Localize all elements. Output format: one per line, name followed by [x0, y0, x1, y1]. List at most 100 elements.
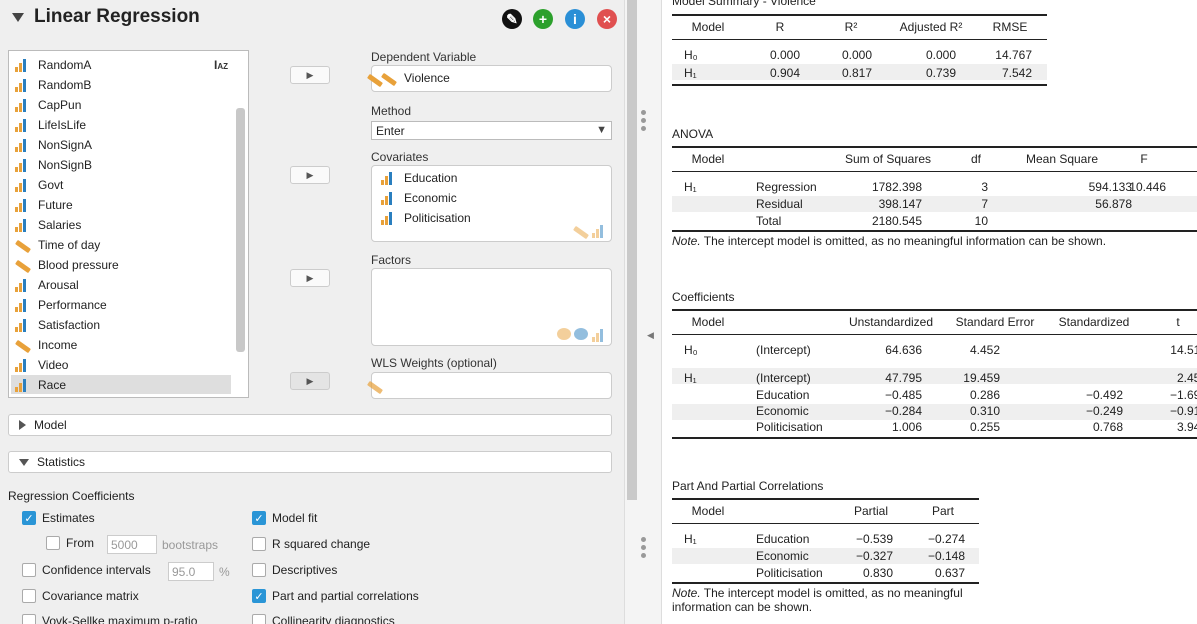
chevron-down-icon: ▼ [596, 124, 607, 136]
table-header: t [1176, 315, 1180, 329]
variable-label: Govt [38, 177, 64, 192]
variable-item[interactable]: Performance [11, 295, 231, 314]
variable-item[interactable]: Time of day [11, 235, 231, 254]
table-cell: −0.249 [1085, 404, 1123, 418]
collapse-triangle-icon[interactable] [12, 12, 24, 22]
table-cell: Total [756, 214, 782, 228]
table-cell: (Intercept) [756, 343, 811, 357]
drag-handle-icon[interactable] [641, 110, 647, 131]
part-partial-checkbox[interactable]: ✓ Part and partial correlations [252, 589, 419, 603]
variable-item[interactable]: Race [11, 375, 231, 394]
panel-splitter[interactable]: ◀ [624, 0, 662, 624]
table-cell: Residual [756, 197, 803, 211]
table-cell: H₁ [684, 532, 697, 546]
method-select[interactable]: Enter ▼ [371, 121, 612, 140]
nominal-icon [380, 211, 396, 225]
variable-item[interactable]: Blood pressure [11, 255, 231, 274]
covariate-item[interactable]: Education [380, 171, 457, 185]
table-rule [672, 14, 1047, 16]
covariate-item[interactable]: Politicisation [380, 211, 471, 225]
table-cell: 64.636 [885, 343, 922, 357]
wls-weights-label: WLS Weights (optional) [371, 356, 497, 370]
variable-item[interactable]: RandomB [11, 75, 231, 94]
variable-item[interactable]: CapPun [11, 95, 231, 114]
variable-label: LifeIsLife [38, 117, 87, 132]
variable-item[interactable]: NonSignA [11, 135, 231, 154]
info-button[interactable]: i [565, 9, 585, 29]
variable-list-scrollbar[interactable] [236, 108, 245, 352]
model-fit-checkbox[interactable]: ✓ Model fit [252, 511, 317, 525]
variable-item[interactable]: Future [11, 195, 231, 214]
options-scrollbar[interactable] [627, 0, 637, 500]
from-label: From [66, 536, 94, 550]
table-rule [672, 498, 979, 500]
collapse-left-icon[interactable]: ◀ [647, 330, 654, 341]
table-header: Part [931, 504, 954, 518]
variable-label: NonSignB [38, 157, 93, 172]
table-cell: 10.446 [1129, 180, 1166, 194]
nominal-icon [14, 358, 30, 372]
variable-item[interactable]: Satisfaction [11, 315, 231, 334]
table-cell: −0.274 [927, 532, 965, 546]
covariates-box[interactable]: Education Economic Politicisation [371, 165, 612, 242]
variable-item[interactable]: Salaries [11, 215, 231, 234]
info-icon: i [573, 11, 577, 27]
part-partial-title: Part And Partial Correlations [672, 479, 824, 493]
covariate-label: Education [404, 171, 458, 185]
bootstraps-input[interactable]: 5000 [107, 535, 157, 554]
method-value: Enter [376, 123, 405, 138]
nominal-icon [14, 278, 30, 292]
from-bootstraps-checkbox[interactable]: From [46, 536, 94, 550]
variable-item[interactable]: RandomA [11, 55, 231, 74]
duplicate-button[interactable]: + [533, 9, 553, 29]
estimates-checkbox[interactable]: ✓ Estimates [22, 511, 95, 525]
factors-box[interactable] [371, 268, 612, 346]
variable-label: Race [38, 377, 67, 392]
anova-title: ANOVA [672, 127, 714, 141]
confidence-intervals-checkbox[interactable]: Confidence intervals [22, 563, 151, 577]
variable-item[interactable]: NonSignB [11, 155, 231, 174]
drag-handle-icon[interactable] [641, 537, 647, 558]
variable-item[interactable]: LifeIsLife [11, 115, 231, 134]
assign-factors-button[interactable]: ▶ [290, 269, 330, 287]
statistics-section-header[interactable]: Statistics [8, 451, 612, 473]
vovk-sellke-checkbox[interactable]: Vovk-Sellke maximum p-ratio [22, 614, 197, 624]
regression-coefficients-label: Regression Coefficients [8, 489, 135, 503]
covariance-matrix-checkbox[interactable]: Covariance matrix [22, 589, 139, 603]
table-cell: 14.767 [995, 48, 1032, 62]
variable-label: Satisfaction [38, 317, 101, 332]
part-partial-label: Part and partial correlations [272, 589, 419, 603]
assign-dependent-button[interactable]: ▶ [290, 66, 330, 84]
covariate-item[interactable]: Economic [380, 191, 457, 205]
ci-level-input[interactable]: 95.0 [168, 562, 214, 581]
table-cell: 0.000 [925, 48, 956, 62]
assign-covariates-button[interactable]: ▶ [290, 166, 330, 184]
table-rule [672, 230, 1197, 232]
r-squared-change-checkbox[interactable]: R squared change [252, 537, 370, 551]
wls-weights-box[interactable] [367, 372, 612, 399]
pencil-icon: ✎ [506, 11, 518, 27]
variable-item[interactable]: Arousal [11, 275, 231, 294]
table-cell: −0.492 [1085, 388, 1123, 402]
nominal-icon [14, 178, 30, 192]
plus-icon: + [538, 11, 548, 27]
variable-item[interactable]: Video [11, 355, 231, 374]
table-cell: 0.000 [841, 48, 872, 62]
close-button[interactable]: × [597, 9, 617, 29]
sort-icon[interactable]: IAZ [214, 58, 228, 72]
table-cell: 2.456 [1176, 371, 1197, 385]
analysis-header[interactable]: Linear Regression [12, 6, 200, 28]
table-header: Model [691, 152, 725, 166]
model-section-label: Model [34, 418, 67, 432]
table-cell: Regression [756, 180, 817, 194]
table-cell: Economic [756, 549, 809, 563]
edit-title-button[interactable]: ✎ [502, 9, 522, 29]
model-section-header[interactable]: Model [8, 414, 612, 436]
variable-item[interactable]: Income [11, 335, 231, 354]
collinearity-label: Collinearity diagnostics [272, 614, 395, 624]
collinearity-checkbox[interactable]: Collinearity diagnostics [252, 614, 395, 624]
dependent-variable-box[interactable]: Violence [367, 65, 612, 92]
variable-item[interactable]: Govt [11, 175, 231, 194]
descriptives-checkbox[interactable]: Descriptives [252, 563, 337, 577]
assign-wls-button[interactable]: ▶ [290, 372, 330, 390]
